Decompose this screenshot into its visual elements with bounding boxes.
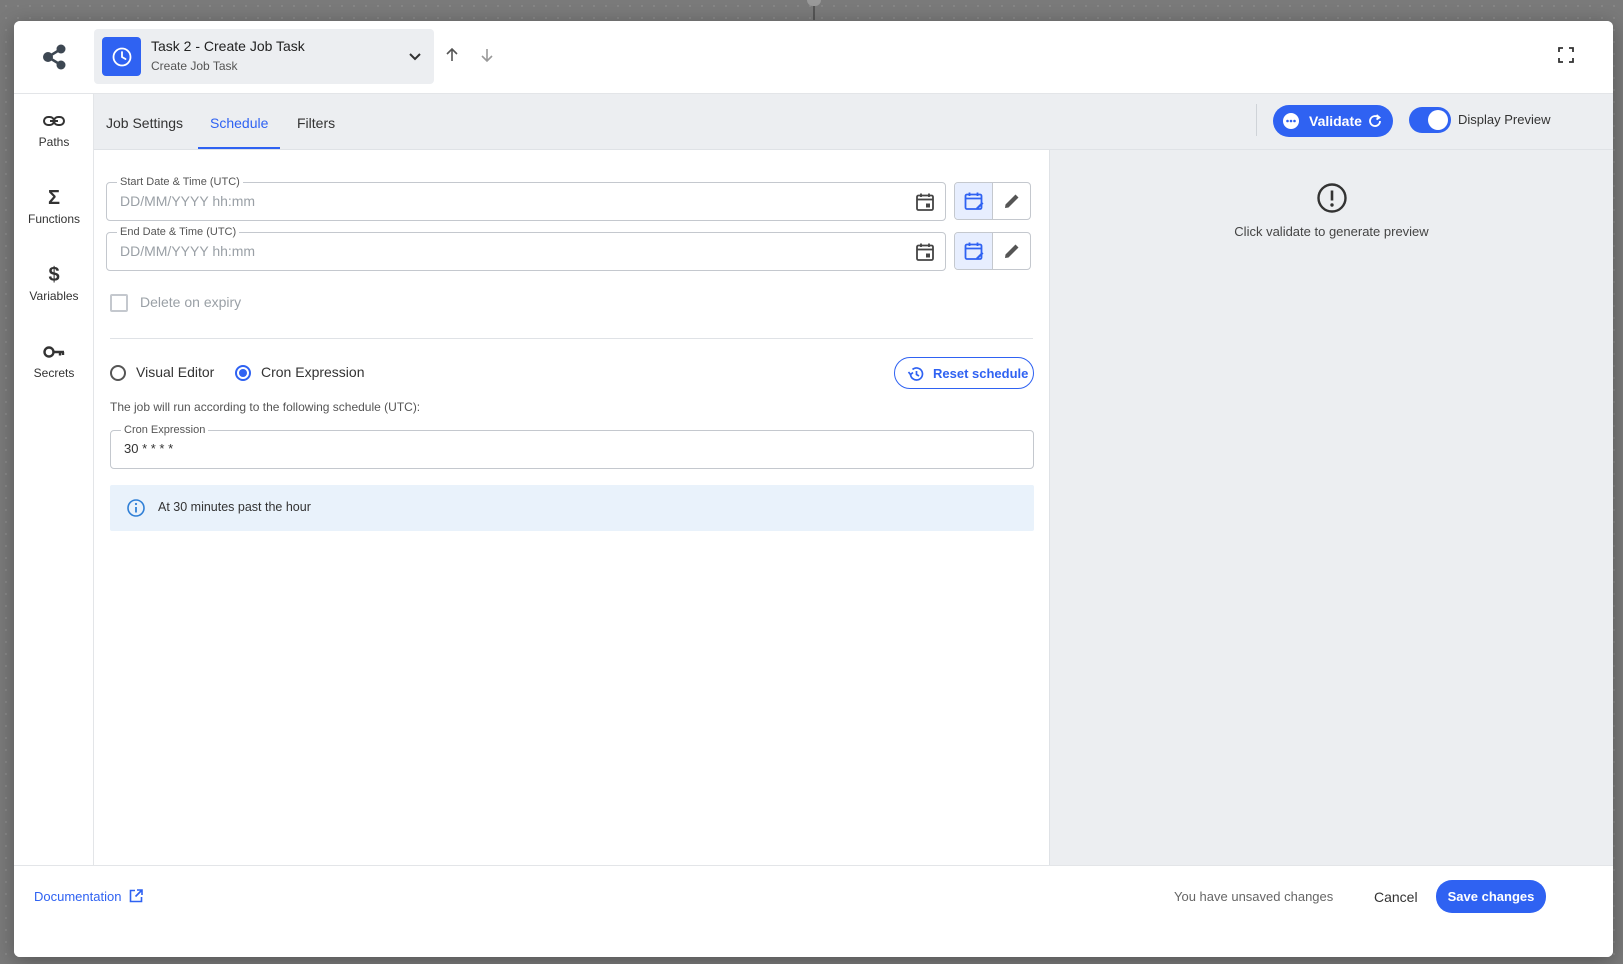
- more-dots-icon: [1283, 113, 1299, 129]
- save-changes-button[interactable]: Save changes: [1436, 880, 1546, 913]
- pencil-icon: [1005, 194, 1019, 208]
- display-preview-label: Display Preview: [1458, 112, 1551, 127]
- calendar-edit-icon: [964, 242, 984, 260]
- sidebar-item-functions[interactable]: Σ Functions: [14, 186, 94, 246]
- cancel-button[interactable]: Cancel: [1374, 889, 1418, 905]
- divider: [110, 338, 1033, 339]
- visual-editor-label[interactable]: Visual Editor: [136, 364, 214, 380]
- cron-expression-field[interactable]: Cron Expression 30 * * * *: [110, 423, 1034, 469]
- exclamation-circle-icon: [1317, 183, 1347, 213]
- sidebar-item-label: Functions: [27, 212, 81, 226]
- task-subtitle: Create Job Task: [151, 59, 238, 73]
- toolbar-divider: [1256, 104, 1257, 136]
- validate-label: Validate: [1309, 113, 1362, 129]
- task-title: Task 2 - Create Job Task: [151, 38, 305, 54]
- clock-icon: [102, 37, 141, 76]
- calendar-edit-button[interactable]: [955, 183, 993, 219]
- calendar-edit-button[interactable]: [955, 233, 993, 269]
- sidebar-item-label: Variables: [29, 289, 79, 303]
- pencil-icon: [1005, 244, 1019, 258]
- cron-summary-text: At 30 minutes past the hour: [158, 500, 311, 514]
- move-down-button[interactable]: [478, 46, 496, 64]
- calendar-icon[interactable]: [915, 242, 935, 262]
- delete-on-expiry-label: Delete on expiry: [140, 294, 242, 310]
- schedule-panel: Start Date & Time (UTC) DD/MM/YYYY hh:mm: [94, 150, 1049, 865]
- sidebar-item-label: Paths: [38, 135, 70, 149]
- info-icon: [127, 499, 145, 517]
- delete-on-expiry-checkbox[interactable]: [110, 294, 128, 312]
- cron-expression-radio[interactable]: [235, 365, 251, 381]
- reset-schedule-label: Reset schedule: [933, 366, 1029, 381]
- preview-message: Click validate to generate preview: [1234, 224, 1429, 239]
- task-editor-modal: Task 2 - Create Job Task Create Job Task…: [14, 21, 1613, 957]
- end-datetime-field[interactable]: End Date & Time (UTC) DD/MM/YYYY hh:mm: [106, 225, 946, 271]
- toggle-knob: [1428, 110, 1448, 130]
- task-selector-dropdown[interactable]: Task 2 - Create Job Task Create Job Task: [94, 29, 434, 84]
- refresh-icon: [1369, 114, 1382, 127]
- sidebar-item-paths[interactable]: Paths: [14, 109, 94, 169]
- history-icon: [907, 367, 924, 381]
- end-datetime-label: End Date & Time (UTC): [117, 225, 240, 239]
- chevron-down-icon: [409, 53, 421, 61]
- pencil-edit-button[interactable]: [993, 183, 1030, 219]
- modal-header: Task 2 - Create Job Task Create Job Task: [14, 21, 1613, 94]
- cron-expression-value: 30 * * * *: [124, 441, 174, 456]
- unsaved-changes-text: You have unsaved changes: [1174, 889, 1334, 904]
- sidebar: Paths Σ Functions $ Variables Secrets: [14, 94, 94, 894]
- start-datetime-placeholder: DD/MM/YYYY hh:mm: [120, 193, 256, 209]
- start-datetime-label: Start Date & Time (UTC): [117, 175, 243, 189]
- preview-panel: Click validate to generate preview: [1049, 150, 1613, 865]
- start-mode-toggle: [954, 182, 1031, 220]
- cron-expression-label[interactable]: Cron Expression: [261, 364, 365, 380]
- end-mode-toggle: [954, 232, 1031, 270]
- documentation-link[interactable]: Documentation: [34, 889, 121, 904]
- key-icon: [43, 346, 65, 358]
- sidebar-item-variables[interactable]: $ Variables: [14, 263, 94, 323]
- dollar-icon: $: [48, 264, 60, 286]
- cron-summary-alert: At 30 minutes past the hour: [110, 485, 1034, 531]
- reset-schedule-button[interactable]: Reset schedule: [894, 357, 1034, 389]
- start-datetime-field[interactable]: Start Date & Time (UTC) DD/MM/YYYY hh:mm: [106, 175, 946, 221]
- end-datetime-placeholder: DD/MM/YYYY hh:mm: [120, 243, 256, 259]
- share-nodes-icon: [43, 44, 66, 70]
- calendar-edit-icon: [964, 192, 984, 210]
- sigma-icon: Σ: [47, 187, 60, 209]
- visual-editor-radio[interactable]: [110, 365, 126, 381]
- pencil-edit-button[interactable]: [993, 233, 1030, 269]
- sidebar-item-secrets[interactable]: Secrets: [14, 340, 94, 400]
- validate-button[interactable]: Validate: [1273, 105, 1393, 137]
- tab-filters[interactable]: Filters: [285, 94, 347, 149]
- canvas-connector-line: [813, 6, 815, 20]
- cron-expression-field-label: Cron Expression: [121, 423, 209, 437]
- external-link-icon[interactable]: [128, 888, 144, 904]
- display-preview-toggle[interactable]: [1409, 107, 1451, 133]
- tab-bar: Job Settings Schedule Filters Validate D…: [94, 94, 1613, 150]
- modal-footer: Documentation You have unsaved changes C…: [14, 865, 1613, 957]
- calendar-icon[interactable]: [915, 192, 935, 212]
- sidebar-item-label: Secrets: [33, 366, 75, 380]
- tab-schedule[interactable]: Schedule: [198, 94, 281, 149]
- link-icon: [43, 116, 65, 126]
- fullscreen-icon[interactable]: [1557, 46, 1575, 64]
- schedule-description: The job will run according to the follow…: [110, 400, 421, 414]
- tab-job-settings[interactable]: Job Settings: [94, 94, 195, 149]
- move-up-button[interactable]: [443, 46, 461, 64]
